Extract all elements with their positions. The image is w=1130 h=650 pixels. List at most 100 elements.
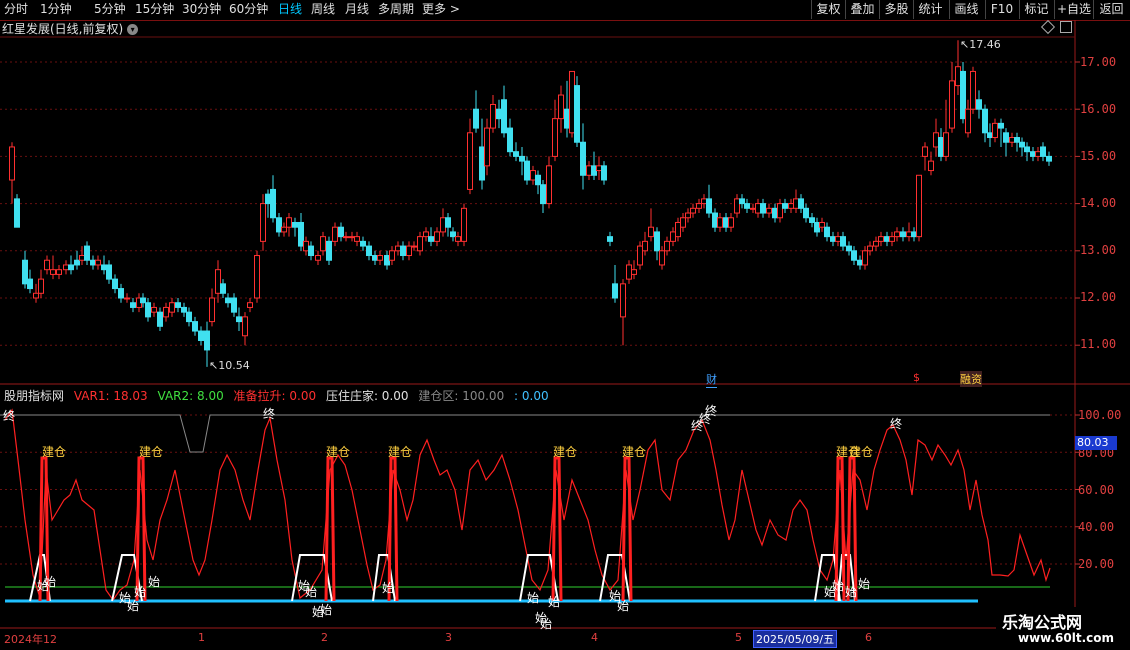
candle-body <box>118 288 124 299</box>
var1-label: VAR1: 18.03 <box>73 389 148 403</box>
candle-body <box>819 221 825 228</box>
candle-body <box>642 240 648 252</box>
finance-marker[interactable]: 财 <box>706 371 717 388</box>
candle-body <box>777 203 783 219</box>
xaxis-label: 4 <box>591 631 598 644</box>
var2-label: VAR2: 8.00 <box>157 389 224 403</box>
candle-body <box>654 231 660 252</box>
start-tag: 始 <box>382 581 394 595</box>
candle-body <box>552 118 558 157</box>
candle-body <box>292 221 298 228</box>
price-label: 17.00 <box>1080 55 1117 69</box>
candle-body <box>343 236 349 239</box>
candle-body <box>33 292 39 299</box>
candle-body <box>889 236 895 242</box>
candle-body <box>976 99 982 110</box>
candle-body <box>830 236 836 242</box>
candle-body <box>744 203 750 209</box>
candle-body <box>1030 151 1036 157</box>
ind-axis-label: 100.00 <box>1078 408 1122 422</box>
candle-body <box>982 108 988 134</box>
candle-body <box>395 245 401 252</box>
candle-body <box>84 245 90 261</box>
candle-body <box>712 212 718 228</box>
price-label: 12.00 <box>1080 290 1117 304</box>
candle-body <box>501 99 507 134</box>
start-tag: 始 <box>832 579 844 593</box>
candle-body <box>215 269 221 294</box>
candle-body <box>90 259 96 266</box>
candle-body <box>473 108 479 129</box>
candle-body <box>9 146 15 181</box>
candle-body <box>130 302 136 308</box>
candle-body <box>938 137 944 157</box>
candle-body <box>696 203 702 209</box>
candle-body <box>242 316 248 337</box>
candle-body <box>601 165 607 181</box>
price-label: 15.00 <box>1080 149 1117 163</box>
candle-body <box>169 302 175 313</box>
start-tag: 始 <box>320 603 332 617</box>
candle-body <box>675 221 681 238</box>
candle-body <box>151 306 157 313</box>
dividend-marker[interactable]: $ <box>913 371 920 384</box>
candle-body <box>664 240 670 252</box>
candle-body <box>943 132 949 157</box>
candle-body <box>74 259 80 266</box>
candle-body <box>840 236 846 247</box>
candle-body <box>124 297 130 300</box>
indicator-lines <box>0 408 1051 603</box>
candle-body <box>685 212 691 219</box>
build-tag: 建仓 <box>139 445 163 459</box>
candle-body <box>308 245 314 257</box>
candle-body <box>586 165 592 176</box>
candle-body <box>723 217 729 228</box>
candle-body <box>112 278 118 290</box>
candle-body <box>900 231 906 238</box>
candle-body <box>574 85 580 143</box>
candle-body <box>755 203 761 214</box>
start-tag: 始 <box>148 575 160 589</box>
candle-body <box>728 217 734 228</box>
candle-body <box>540 184 546 205</box>
candle-body <box>631 269 637 275</box>
candle-body <box>750 207 756 210</box>
candle-body <box>933 132 939 148</box>
price-label: 14.00 <box>1080 196 1117 210</box>
watermark-title: 乐淘公式网 <box>1002 613 1083 632</box>
xaxis-label: 2024年12 <box>4 633 57 646</box>
indicator-grid <box>0 414 1080 565</box>
end-tag: 终 <box>705 403 717 418</box>
candle-body <box>440 217 446 233</box>
candle-body <box>270 188 276 219</box>
cursor-date-label: 2025/05/09/五 <box>753 630 838 648</box>
candle-body <box>231 297 237 313</box>
candle-body <box>734 198 740 214</box>
margin-marker[interactable]: 融资 <box>960 371 982 387</box>
candle-body <box>260 203 266 242</box>
candle-body <box>513 151 519 157</box>
candle-body <box>659 250 665 266</box>
candle-body <box>766 207 772 214</box>
candle-body <box>56 269 62 275</box>
candle-body <box>916 174 922 238</box>
candle-body <box>44 259 50 271</box>
candle-body <box>992 122 998 139</box>
watermark: 乐淘公式网 www.60lt.com <box>996 607 1130 650</box>
candle-body <box>530 170 536 181</box>
candle-body <box>192 321 198 332</box>
candle-body <box>596 165 602 172</box>
candle-body <box>175 302 181 308</box>
ind-axis-label: 40.00 <box>1078 520 1115 534</box>
indicator-name[interactable]: 股朋指标网 <box>4 389 64 403</box>
candle-body <box>428 236 434 242</box>
candle-body <box>198 330 204 341</box>
candle-body <box>247 302 253 308</box>
candle-body <box>788 203 794 209</box>
candle-body <box>524 160 530 181</box>
candle-body <box>960 70 966 120</box>
kline-chart[interactable]: 建仓 建仓 建仓 建仓 建仓 建仓 建仓建仓终 终终终终终始始始始始始 始始始始始始始始始 始始始… <box>0 0 1130 650</box>
candle-body <box>1035 151 1041 157</box>
candle-body <box>1040 146 1046 157</box>
candle-body <box>558 94 564 120</box>
